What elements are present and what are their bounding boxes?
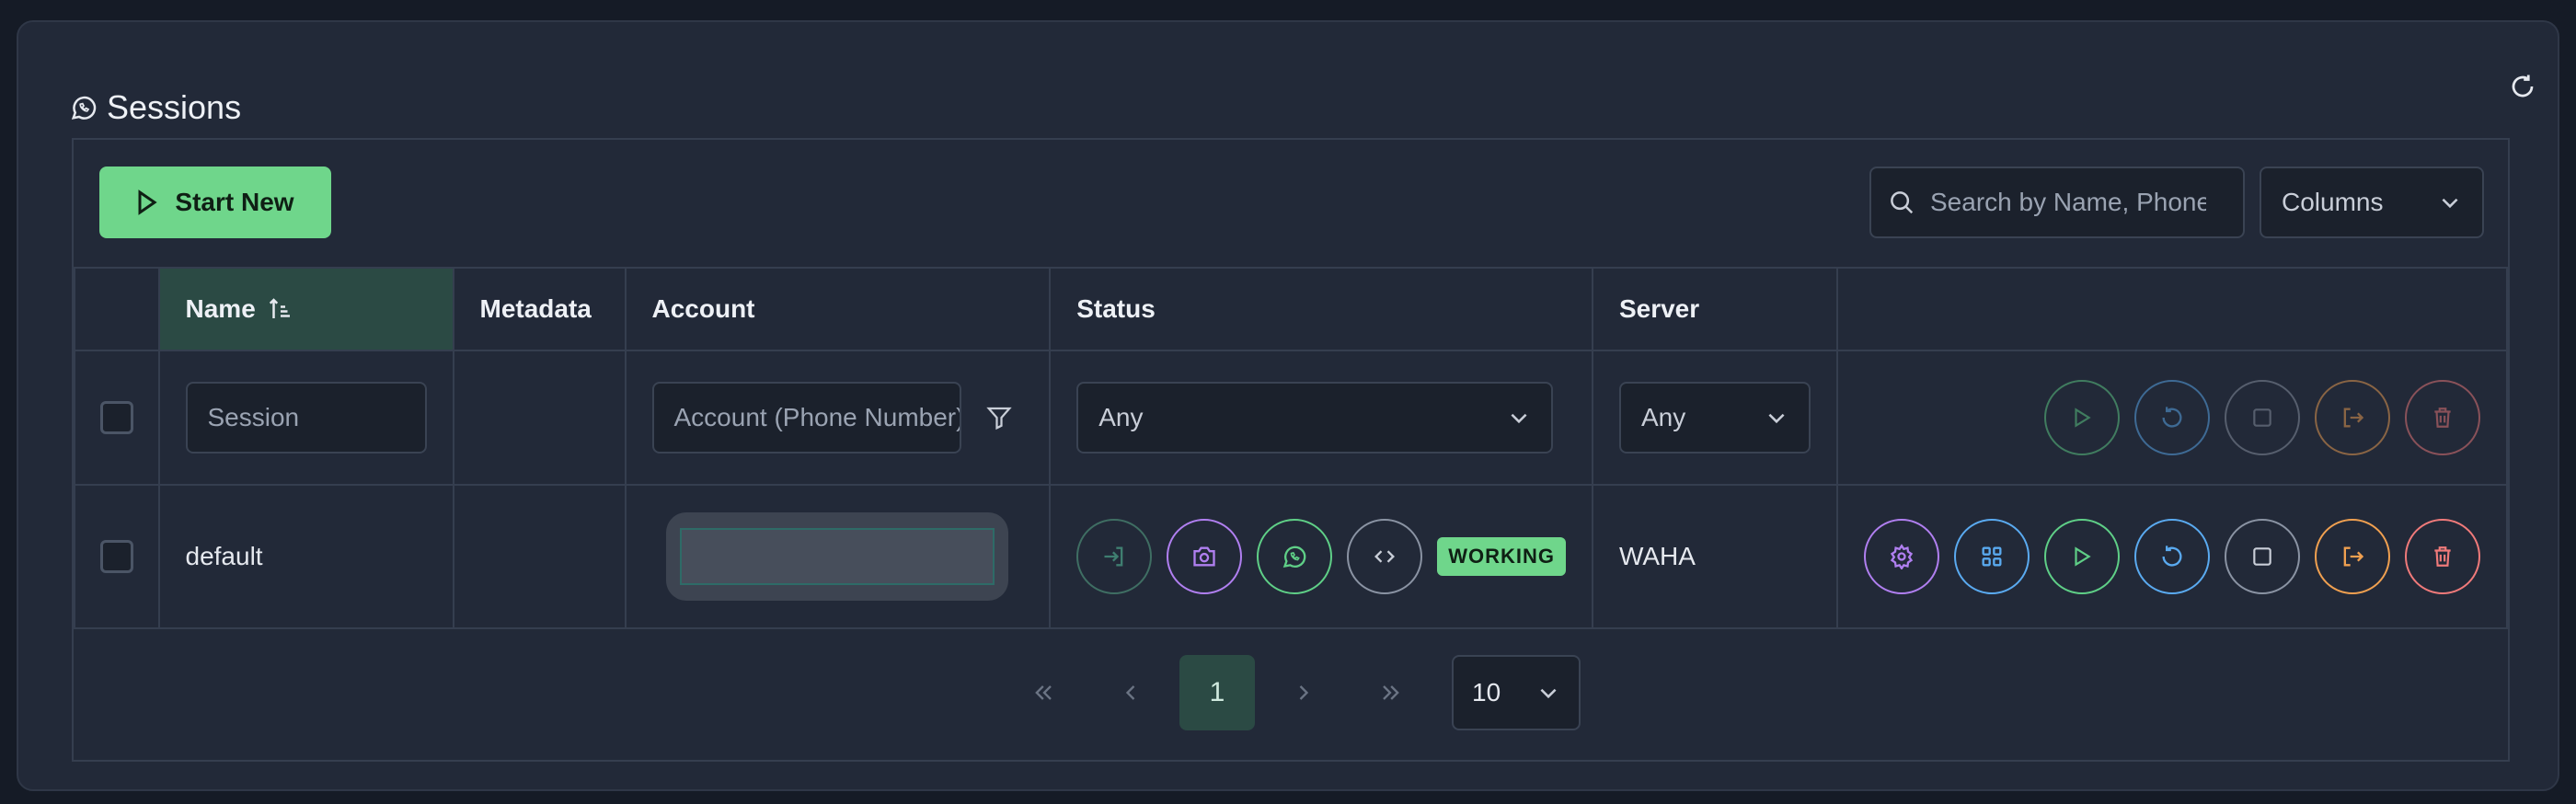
trash-icon: [2434, 408, 2451, 428]
refresh-button[interactable]: [2504, 68, 2541, 105]
start-new-label: Start New: [175, 188, 294, 216]
metadata-cell: [452, 484, 627, 629]
previous-page-button[interactable]: [1093, 655, 1168, 730]
session-filter-input[interactable]: Session: [185, 382, 427, 454]
status-filter-select[interactable]: Any: [1076, 382, 1554, 454]
delete-button[interactable]: [2405, 519, 2480, 594]
refresh-icon: [2512, 75, 2534, 98]
select-all-checkbox[interactable]: [99, 401, 133, 434]
column-header-metadata[interactable]: Metadata: [452, 267, 627, 351]
restart-button[interactable]: [2134, 519, 2210, 594]
apps-button[interactable]: [1954, 519, 2030, 594]
column-header-server[interactable]: Server: [1591, 267, 1838, 351]
code-button[interactable]: [1347, 519, 1423, 594]
stop-icon: [2253, 408, 2271, 427]
column-header-status[interactable]: Status: [1049, 267, 1593, 351]
restart-icon: [2162, 546, 2182, 567]
table-toolbar: Start New Columns: [74, 140, 2508, 267]
whatsapp-button[interactable]: [1257, 519, 1333, 594]
sessions-card: Sessions Start New Columns: [17, 20, 2559, 791]
play-icon: [2075, 546, 2091, 567]
chevron-down-icon: [1540, 688, 1557, 699]
status-filter-value: Any: [1098, 403, 1144, 431]
chevrons-right-icon: [1383, 685, 1399, 700]
search-input[interactable]: [1928, 187, 2208, 218]
chevron-down-icon: [2442, 198, 2458, 209]
grid-icon: [1982, 546, 2002, 567]
account-filter-placeholder: Account (Phone Number): [673, 403, 961, 431]
sessions-table: Name Metadata Account Status Server Sess…: [74, 267, 2509, 629]
login-icon: [1104, 546, 1123, 567]
logout-icon: [2343, 546, 2364, 567]
last-page-button[interactable]: [1352, 655, 1428, 730]
column-header-name-label: Name: [185, 294, 256, 323]
filter-icon[interactable]: [985, 404, 1013, 431]
start-button[interactable]: [2044, 519, 2120, 594]
session-name: default: [185, 542, 263, 570]
play-icon: [138, 190, 158, 215]
chevrons-left-icon: [1035, 685, 1052, 700]
account-avatar-placeholder: [666, 512, 1009, 601]
stop-icon: [2253, 547, 2271, 566]
code-icon: [1374, 550, 1396, 563]
card-header: Sessions: [70, 88, 241, 127]
table-row: default WORKING WAHA: [74, 484, 2509, 629]
metadata-filter-cell: [452, 350, 627, 486]
search-icon: [1888, 189, 1915, 216]
column-header-account[interactable]: Account: [624, 267, 1052, 351]
select-all-header: [74, 267, 160, 351]
play-icon: [2075, 408, 2091, 428]
settings-button[interactable]: [1864, 519, 1939, 594]
camera-icon: [1193, 546, 1215, 567]
whatsapp-icon: [70, 94, 98, 121]
logout-icon: [2343, 408, 2364, 428]
chevron-down-icon: [1768, 413, 1785, 424]
status-badge: WORKING: [1437, 537, 1566, 576]
restart-icon: [2162, 407, 2182, 428]
column-header-actions: [1835, 267, 2509, 351]
whatsapp-icon: [1282, 546, 1306, 569]
pagination: 1 10: [74, 626, 2508, 760]
table-header-row: Name Metadata Account Status Server: [74, 267, 2509, 351]
sessions-table-container: Start New Columns Name: [72, 138, 2510, 762]
first-page-button[interactable]: [1006, 655, 1082, 730]
bulk-restart-button[interactable]: [2134, 380, 2210, 455]
next-page-button[interactable]: [1266, 655, 1341, 730]
column-header-name[interactable]: Name: [157, 267, 454, 351]
session-filter-placeholder: Session: [207, 403, 300, 431]
gear-icon: [1890, 544, 1914, 569]
bulk-stop-button[interactable]: [2225, 380, 2300, 455]
screenshot-button[interactable]: [1167, 519, 1243, 594]
server-filter-select[interactable]: Any: [1618, 382, 1811, 454]
page-size-value: 10: [1472, 678, 1501, 706]
chevron-down-icon: [1511, 413, 1527, 424]
columns-label: Columns: [2282, 188, 2384, 216]
server-name: WAHA: [1618, 542, 1696, 570]
page-size-select[interactable]: 10: [1452, 655, 1581, 730]
sort-ascending-icon: [269, 298, 290, 318]
filter-row: Session Account (Phone Number) Any Any: [74, 350, 2509, 486]
chevron-left-icon: [1125, 685, 1135, 700]
page-button-current[interactable]: 1: [1179, 655, 1255, 730]
bulk-delete-button[interactable]: [2405, 380, 2480, 455]
login-button[interactable]: [1076, 519, 1153, 594]
trash-icon: [2434, 546, 2451, 567]
bulk-start-button[interactable]: [2044, 380, 2120, 455]
chevron-right-icon: [1299, 685, 1309, 700]
page-title: Sessions: [107, 88, 242, 126]
bulk-logout-button[interactable]: [2315, 380, 2390, 455]
server-filter-value: Any: [1640, 403, 1686, 431]
columns-dropdown[interactable]: Columns: [2260, 167, 2484, 238]
start-new-button[interactable]: Start New: [99, 167, 331, 238]
search-field[interactable]: [1869, 167, 2245, 238]
account-filter-input[interactable]: Account (Phone Number): [651, 382, 961, 454]
logout-button[interactable]: [2315, 519, 2390, 594]
stop-button[interactable]: [2225, 519, 2300, 594]
row-checkbox[interactable]: [99, 540, 133, 573]
